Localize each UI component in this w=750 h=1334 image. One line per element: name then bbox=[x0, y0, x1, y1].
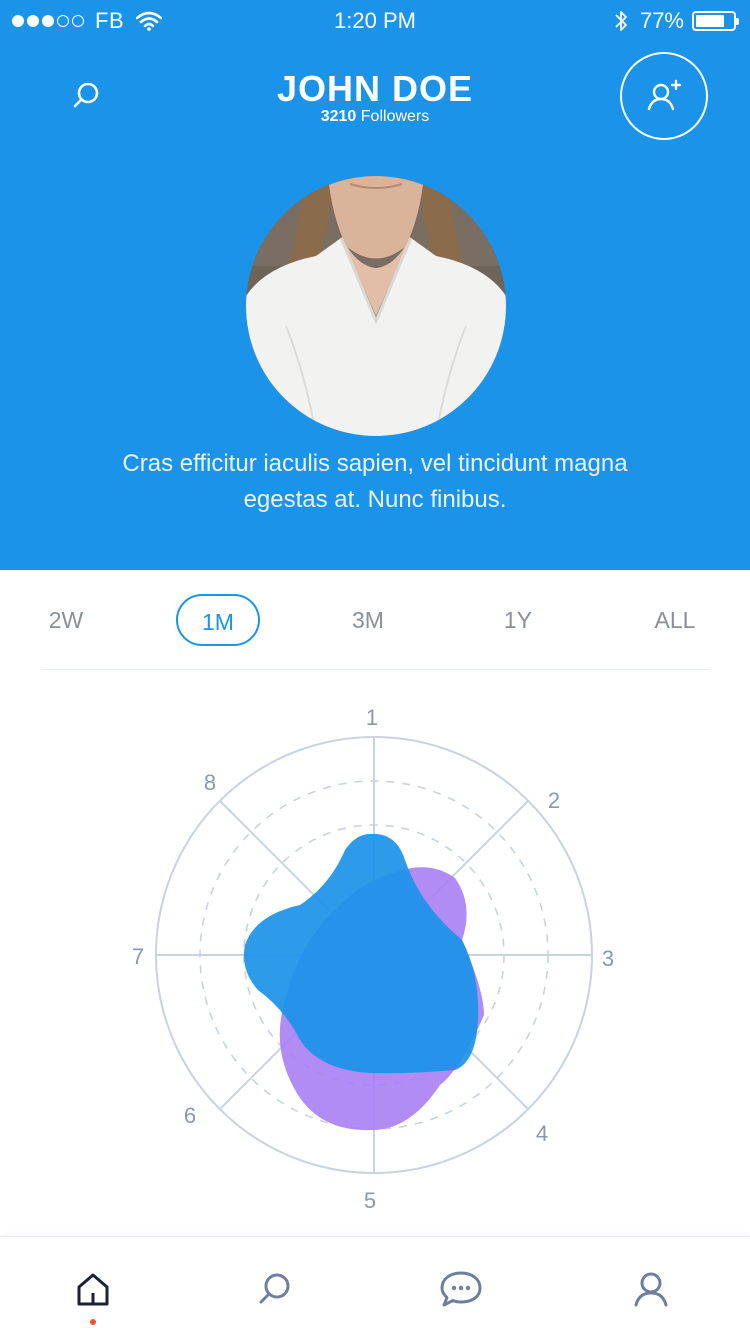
chat-icon bbox=[440, 1271, 482, 1307]
status-bar: FB 1:20 PM 77% bbox=[0, 0, 750, 42]
followers-number: 3210 bbox=[320, 108, 357, 125]
profile-bio: Cras efficitur iaculis sapien, vel tinci… bbox=[122, 450, 628, 513]
home-icon bbox=[77, 1273, 109, 1306]
axis-label-2: 2 bbox=[548, 788, 560, 813]
avatar bbox=[246, 176, 506, 436]
battery-percent: 77% bbox=[639, 8, 684, 33]
profile-icon bbox=[634, 1272, 668, 1307]
profile-header: FB 1:20 PM 77% JOHN DOE 3210 Followers C… bbox=[0, 0, 750, 570]
bluetooth-icon bbox=[615, 11, 627, 31]
axis-label-7: 7 bbox=[132, 944, 144, 969]
active-tab-indicator bbox=[90, 1319, 96, 1325]
tab-all[interactable]: ALL bbox=[630, 594, 720, 646]
tab-1y[interactable]: 1Y bbox=[480, 594, 556, 646]
search-icon bbox=[259, 1273, 290, 1304]
axis-label-6: 6 bbox=[184, 1103, 196, 1128]
range-tabs: 2W 1M 3M 1Y ALL bbox=[0, 590, 750, 652]
radar-area-primary bbox=[243, 833, 479, 1074]
tab-profile[interactable] bbox=[627, 1265, 675, 1313]
tab-3m[interactable]: 3M bbox=[330, 594, 406, 646]
tab-search[interactable] bbox=[250, 1265, 298, 1313]
radar-chart: 1 2 3 4 5 6 7 8 bbox=[132, 705, 614, 1213]
battery-icon bbox=[692, 11, 739, 31]
tab-home[interactable] bbox=[69, 1265, 117, 1313]
battery-level bbox=[696, 15, 724, 27]
add-friend-button[interactable] bbox=[620, 52, 708, 140]
axis-label-5: 5 bbox=[364, 1188, 376, 1213]
tab-messages[interactable] bbox=[437, 1265, 485, 1313]
tab-2w[interactable]: 2W bbox=[28, 594, 104, 646]
battery-status: 77% bbox=[614, 8, 739, 34]
add-user-icon bbox=[647, 79, 682, 111]
bottom-tab-bar bbox=[0, 1236, 750, 1334]
axis-label-3: 3 bbox=[602, 946, 614, 971]
axis-label-8: 8 bbox=[204, 770, 216, 795]
axis-label-4: 4 bbox=[536, 1121, 548, 1146]
followers-label: Followers bbox=[360, 108, 430, 125]
avatar-photo bbox=[246, 176, 506, 436]
axis-label-1: 1 bbox=[366, 705, 378, 730]
tab-1m[interactable]: 1M bbox=[176, 594, 260, 646]
tabs-divider bbox=[42, 669, 710, 670]
